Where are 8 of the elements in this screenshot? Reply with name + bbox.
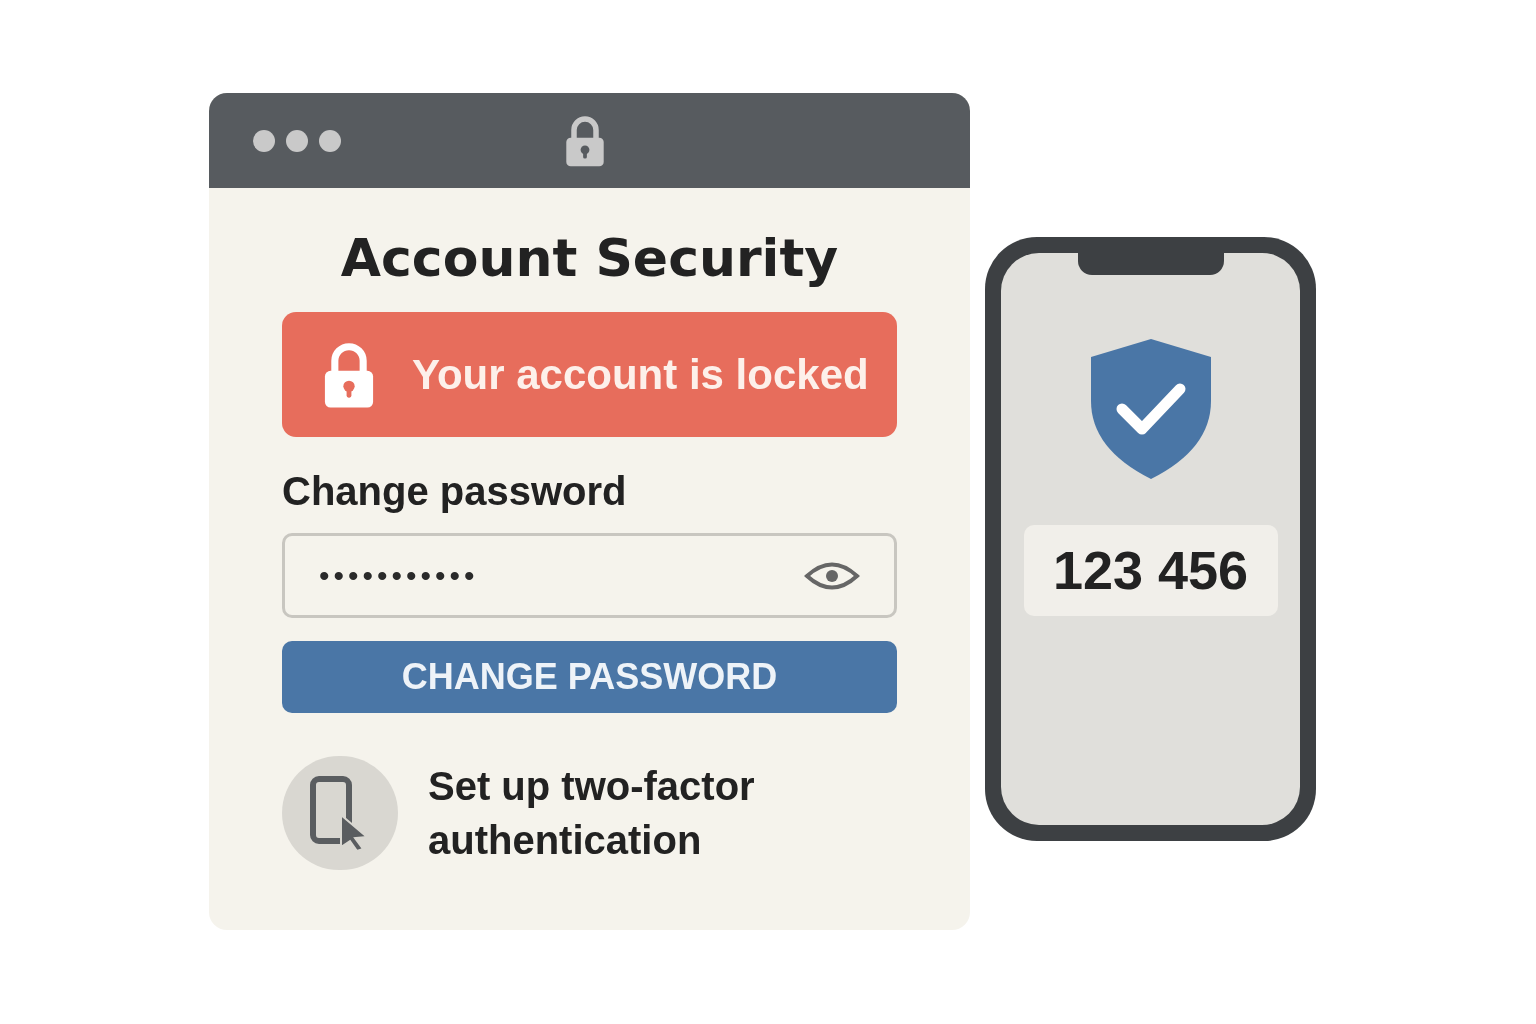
verification-code: 123 456	[1023, 525, 1278, 616]
two-factor-link[interactable]: Set up two-factor authentication	[428, 759, 828, 867]
field-label: Change password	[282, 468, 628, 515]
lock-icon	[563, 113, 607, 169]
page-title: Account Security	[339, 227, 840, 290]
change-password-button[interactable]: CHANGE PASSWORD	[282, 641, 897, 713]
password-field[interactable]: •••••••••••	[282, 533, 897, 618]
alert-message: Your account is locked	[412, 350, 869, 400]
